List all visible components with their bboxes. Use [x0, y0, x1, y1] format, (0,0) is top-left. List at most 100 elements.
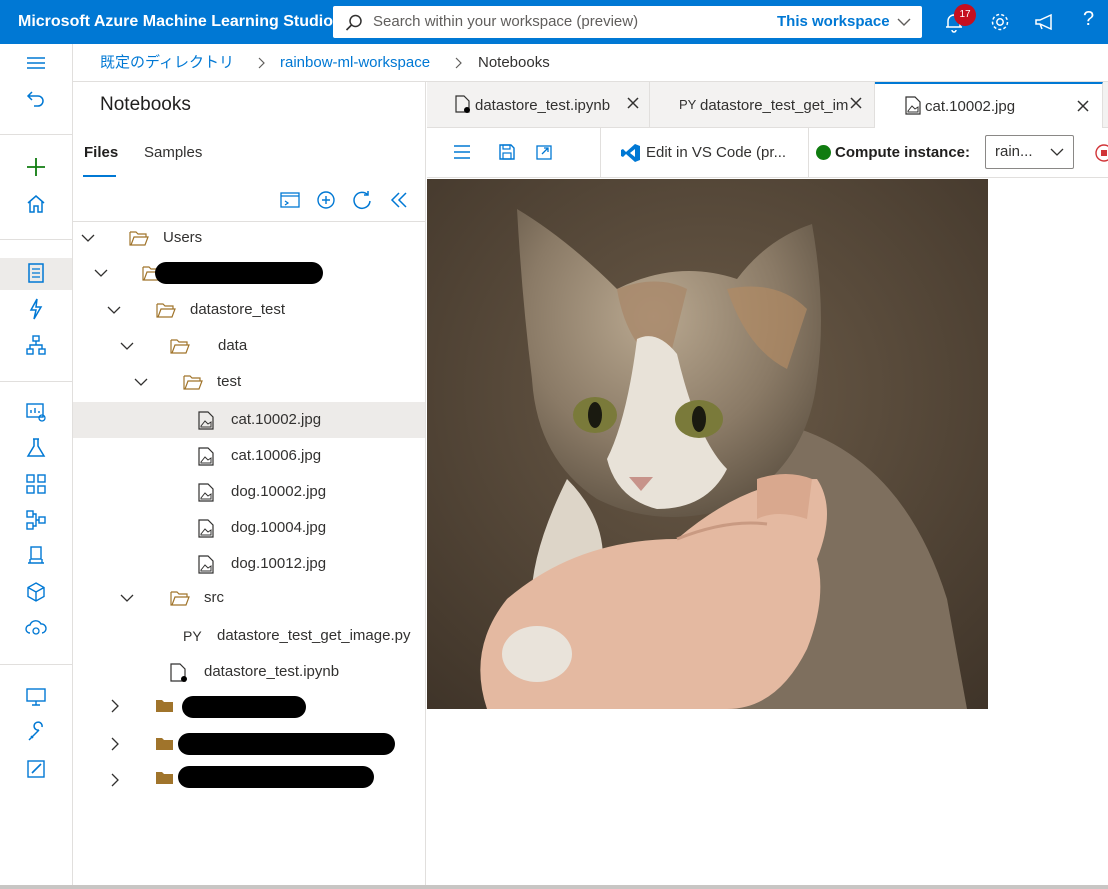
panel-title: Notebooks — [100, 94, 191, 115]
tree-item-file[interactable]: PY datastore_test_get_image.py — [73, 618, 425, 654]
breadcrumb-directory[interactable]: 既定のディレクトリ — [100, 44, 234, 82]
folder-open-icon — [129, 231, 149, 246]
compute-cloud-icon[interactable] — [24, 616, 48, 640]
search-box[interactable]: Search within your workspace (preview) T… — [333, 6, 922, 38]
menu-lines-icon[interactable] — [452, 142, 472, 162]
chevron-down-icon[interactable] — [120, 340, 134, 352]
collapse-panel-icon[interactable] — [388, 189, 410, 211]
tab-samples[interactable]: Samples — [144, 144, 202, 161]
tree-item-folder[interactable]: Users — [73, 220, 425, 256]
save-icon[interactable] — [497, 142, 517, 162]
tree-item-folder[interactable] — [73, 255, 425, 291]
search-icon — [345, 14, 362, 31]
redaction-mark — [155, 262, 323, 284]
designer-icon[interactable] — [24, 333, 48, 357]
add-file-icon[interactable] — [315, 189, 337, 211]
endpoints-icon[interactable] — [24, 544, 48, 568]
compute-instance-dropdown[interactable]: rain... — [985, 135, 1074, 169]
tree-item-label: dog.10002.jpg — [231, 483, 327, 500]
experiments-flask-icon[interactable] — [24, 436, 48, 460]
open-terminal-icon[interactable] — [279, 189, 301, 211]
editor-tab-label: datastore_test_get_im — [700, 97, 848, 114]
editor-tab-image[interactable]: cat.10002.jpg — [875, 82, 1103, 129]
tree-item-folder[interactable]: data — [73, 328, 425, 364]
chevron-down-icon[interactable] — [94, 267, 108, 279]
home-icon[interactable] — [24, 192, 48, 216]
data-labeling-icon[interactable] — [24, 757, 48, 781]
app-title[interactable]: Microsoft Azure Machine Learning Studio — [18, 0, 333, 44]
refresh-icon[interactable] — [351, 189, 373, 211]
feedback-megaphone-icon[interactable] — [1034, 11, 1056, 33]
close-icon[interactable] — [626, 96, 640, 110]
stop-compute-icon[interactable] — [1094, 143, 1108, 163]
tree-item-label: datastore_test_get_image.py — [217, 627, 411, 644]
chevron-right-icon — [258, 57, 265, 69]
notification-badge: 17 — [954, 4, 976, 26]
chevron-right-icon[interactable] — [109, 737, 121, 751]
edit-in-vscode-button[interactable]: Edit in VS Code (pr... — [646, 128, 786, 178]
editor-tab-notebook[interactable]: datastore_test.ipynb — [427, 82, 650, 128]
chevron-down-icon[interactable] — [134, 376, 148, 388]
chevron-right-icon[interactable] — [109, 699, 121, 713]
rail-divider — [0, 239, 72, 240]
tab-files[interactable]: Files — [84, 144, 118, 161]
hamburger-menu-icon[interactable] — [24, 52, 48, 76]
chevron-down-icon[interactable] — [81, 232, 95, 244]
tree-item-folder[interactable] — [73, 726, 425, 762]
tree-item-label: datastore_test.ipynb — [204, 663, 340, 680]
automated-ml-icon[interactable] — [24, 297, 48, 321]
tab-files-underline — [83, 175, 116, 177]
help-icon[interactable]: ? — [1083, 8, 1094, 31]
tree-item-folder[interactable]: datastore_test — [73, 292, 425, 328]
new-plus-icon[interactable] — [24, 155, 48, 179]
close-icon[interactable] — [849, 96, 863, 110]
editor-tab-label: cat.10002.jpg — [925, 98, 1016, 115]
notebook-file-icon — [455, 95, 470, 113]
image-file-icon — [198, 555, 214, 574]
tree-item-folder[interactable] — [73, 762, 425, 798]
tree-item-file[interactable]: datastore_test.ipynb — [73, 654, 425, 690]
vscode-icon — [621, 144, 640, 162]
notebooks-icon[interactable] — [24, 261, 48, 285]
top-bar: Microsoft Azure Machine Learning Studio … — [0, 0, 1108, 44]
close-icon[interactable] — [1076, 99, 1090, 113]
chevron-down-icon — [1050, 148, 1064, 156]
tree-item-file[interactable]: cat.10006.jpg — [73, 438, 425, 474]
back-arrow-icon[interactable] — [24, 87, 48, 111]
chevron-down-icon[interactable] — [120, 592, 134, 604]
compute-monitor-icon[interactable] — [24, 685, 48, 709]
datasets-icon[interactable] — [24, 400, 48, 424]
gear-icon[interactable] — [989, 11, 1011, 33]
tree-item-folder[interactable]: test — [73, 364, 425, 400]
tree-item-file[interactable]: cat.10002.jpg — [73, 402, 425, 438]
tree-item-file[interactable]: dog.10002.jpg — [73, 474, 425, 510]
editor-tab-python[interactable]: PY datastore_test_get_im — [650, 82, 875, 128]
tree-item-label: cat.10006.jpg — [231, 447, 322, 464]
tree-item-label: dog.10004.jpg — [231, 519, 327, 536]
left-nav-rail — [0, 44, 73, 889]
folder-icon — [156, 738, 173, 750]
tree-item-file[interactable]: dog.10004.jpg — [73, 510, 425, 546]
tree-item-label: cat.10002.jpg — [231, 411, 322, 428]
datastores-icon[interactable] — [24, 721, 48, 745]
folder-open-icon — [170, 339, 190, 354]
editor-tab-bar: datastore_test.ipynb PY datastore_test_g… — [427, 82, 1108, 129]
image-file-icon — [198, 519, 214, 538]
search-scope-dropdown[interactable]: This workspace — [777, 6, 890, 38]
image-file-icon — [198, 447, 214, 466]
environments-cube-icon[interactable] — [24, 580, 48, 604]
breadcrumb-workspace[interactable]: rainbow-ml-workspace — [280, 44, 430, 82]
open-external-icon[interactable] — [534, 142, 554, 162]
pipelines-icon[interactable] — [24, 472, 48, 496]
chevron-right-icon[interactable] — [109, 773, 121, 787]
compute-status-dot — [816, 145, 831, 160]
search-input[interactable]: Search within your workspace (preview) — [373, 6, 638, 38]
chevron-down-icon[interactable] — [107, 304, 121, 316]
bottom-border — [0, 885, 1108, 889]
notebooks-panel: Notebooks Files Samples Users datastore_… — [73, 82, 426, 889]
models-icon[interactable] — [24, 508, 48, 532]
tree-item-file[interactable]: dog.10012.jpg — [73, 546, 425, 582]
editor-toolbar: Edit in VS Code (pr... Compute instance:… — [427, 128, 1108, 178]
tree-item-folder[interactable]: src — [73, 580, 425, 616]
tree-item-folder[interactable] — [73, 688, 425, 724]
